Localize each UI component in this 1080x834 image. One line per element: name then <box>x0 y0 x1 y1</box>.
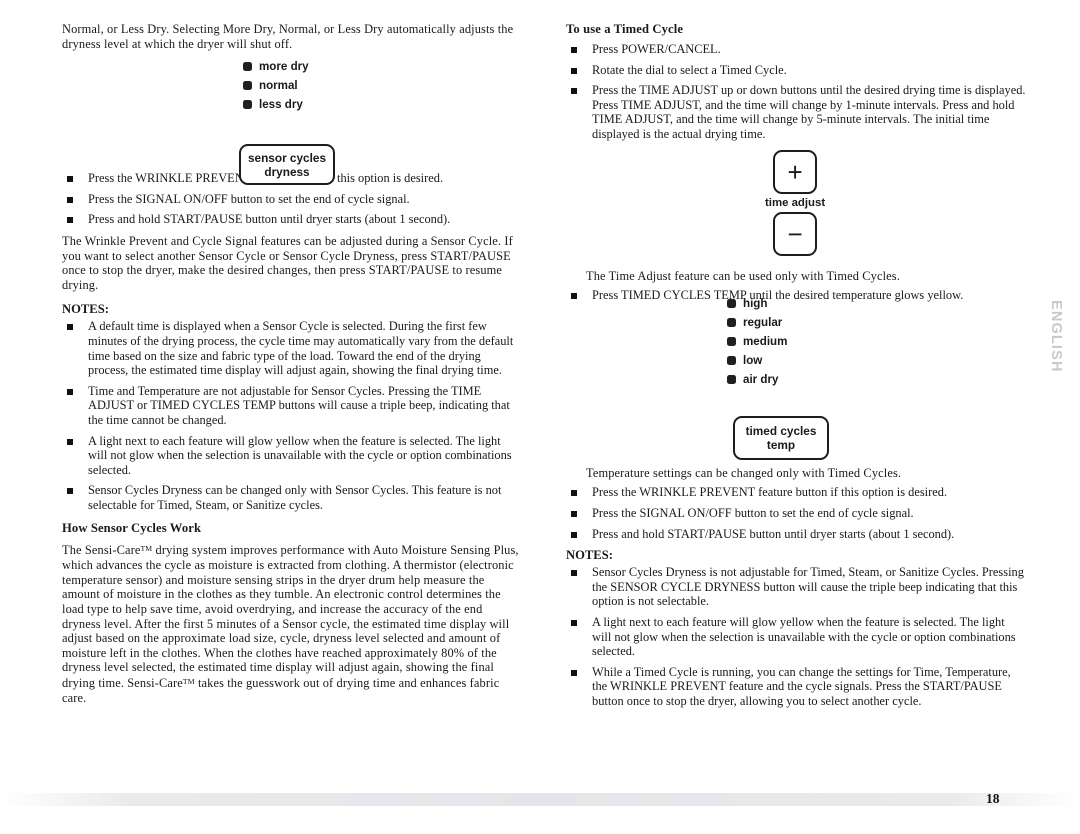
temperature-option-high: high <box>727 294 787 313</box>
temperature-option-label: air dry <box>743 373 779 386</box>
list-item: A default time is displayed when a Senso… <box>62 319 522 377</box>
dryness-option-label: normal <box>259 79 298 92</box>
right-column: To use a Timed Cycle Press POWER/CANCEL.… <box>566 22 1026 708</box>
dryness-option-label: less dry <box>259 98 303 111</box>
list-item: Press the SIGNAL ON/OFF button to set th… <box>566 506 1026 521</box>
temperature-option-air-dry: air dry <box>727 370 787 389</box>
list-item: Press TIMED CYCLES TEMP until the desire… <box>566 288 1026 303</box>
list-item: Press the TIME ADJUST up or down buttons… <box>566 83 1026 141</box>
indicator-light-icon <box>243 81 252 90</box>
right-notes-list: Sensor Cycles Dryness is not adjustable … <box>566 565 1026 708</box>
plus-icon: + <box>787 157 803 187</box>
temperature-option-low: low <box>727 351 787 370</box>
temperature-option-medium: medium <box>727 332 787 351</box>
list-item: Press and hold START/PAUSE button until … <box>566 527 1026 542</box>
indicator-light-icon <box>243 62 252 71</box>
indicator-light-icon <box>727 356 736 365</box>
to-use-a-timed-cycle-heading: To use a Timed Cycle <box>566 22 684 36</box>
list-item: Press the WRINKLE PREVENT feature button… <box>566 485 1026 500</box>
indicator-light-icon <box>727 337 736 346</box>
list-item: Press the SIGNAL ON/OFF button to set th… <box>62 192 522 207</box>
how-sensor-cycles-work-paragraph: The Sensi-CareTM drying system improves … <box>62 542 522 705</box>
time-adjust-minus-button[interactable]: − <box>773 212 818 256</box>
manual-page: Normal, or Less Dry. Selecting More Dry,… <box>0 0 1080 834</box>
after-steps-paragraph: The Wrinkle Prevent and Cycle Signal fea… <box>62 233 513 292</box>
indicator-light-icon <box>727 375 736 384</box>
dryness-option-label: more dry <box>259 60 309 73</box>
time-adjust-plus-button[interactable]: + <box>773 150 818 194</box>
timed-cycles-temp-button-line1: timed cycles <box>745 424 817 438</box>
list-item: Press POWER/CANCEL. <box>566 42 1026 57</box>
english-side-tab: ENGLISH <box>1048 300 1064 373</box>
temperature-options-list: high regular medium low air dry <box>727 294 787 389</box>
left-column: Normal, or Less Dry. Selecting More Dry,… <box>62 22 522 705</box>
sensor-cycles-dryness-button-line2: dryness <box>264 164 310 179</box>
list-item: Rotate the dial to select a Timed Cycle. <box>566 63 1026 78</box>
left-notes-list: A default time is displayed when a Senso… <box>62 319 522 512</box>
trademark-symbol: TM <box>182 677 195 687</box>
list-item: A light next to each feature will glow y… <box>566 615 1026 659</box>
timed-cycles-temp-button-line2: temp <box>766 438 796 452</box>
intro-paragraph: Normal, or Less Dry. Selecting More Dry,… <box>62 22 514 51</box>
list-item: While a Timed Cycle is running, you can … <box>566 665 1026 709</box>
list-item: Sensor Cycles Dryness is not adjustable … <box>566 565 1026 609</box>
timed-cycle-steps-list: Press POWER/CANCEL. Rotate the dial to s… <box>566 42 1026 142</box>
trademark-symbol: TM <box>140 544 153 554</box>
footer-band <box>0 793 1080 806</box>
timed-cycle-steps-list-2: Press the WRINKLE PREVENT feature button… <box>566 485 1026 541</box>
page-number: 18 <box>986 791 1000 806</box>
dryness-option-more-dry: more dry <box>243 57 309 76</box>
how-sensor-cycles-work-heading: How Sensor Cycles Work <box>62 521 202 536</box>
dryness-options-list: more dry normal less dry <box>243 57 309 114</box>
list-item: Press and hold START/PAUSE button until … <box>62 212 522 227</box>
indicator-light-icon <box>243 100 252 109</box>
temperature-option-label: medium <box>743 335 788 348</box>
notes-heading: NOTES: <box>62 302 109 317</box>
minus-icon: − <box>787 219 803 249</box>
timed-cycles-temp-button[interactable]: timed cycles temp <box>733 416 829 460</box>
notes-heading: NOTES: <box>566 548 613 563</box>
dryness-option-normal: normal <box>243 76 309 95</box>
temperature-option-label: high <box>743 297 768 310</box>
temperature-option-regular: regular <box>727 313 787 332</box>
sensor-cycles-dryness-button[interactable]: sensor cycles dryness <box>239 144 335 185</box>
how-paragraph-part2: drying system improves performance with … <box>62 543 519 691</box>
list-item: Sensor Cycles Dryness can be changed onl… <box>62 483 522 512</box>
time-adjust-caption: time adjust <box>765 197 826 209</box>
how-paragraph-part1: The Sensi-Care <box>62 543 141 558</box>
temp-note: Temperature settings can be changed only… <box>586 465 902 480</box>
temperature-option-label: regular <box>743 316 783 329</box>
time-adjust-note: The Time Adjust feature can be used only… <box>586 268 900 283</box>
time-adjust-control-group: + time adjust − <box>765 150 825 256</box>
list-item: A light next to each feature will glow y… <box>62 434 522 478</box>
indicator-light-icon <box>727 318 736 327</box>
temp-step-list: Press TIMED CYCLES TEMP until the desire… <box>566 288 1026 303</box>
dryness-option-less-dry: less dry <box>243 95 309 114</box>
temperature-option-label: low <box>743 354 763 367</box>
indicator-light-icon <box>727 299 736 308</box>
list-item: Time and Temperature are not adjustable … <box>62 384 522 428</box>
sensor-cycles-dryness-button-line1: sensor cycles <box>247 150 327 165</box>
